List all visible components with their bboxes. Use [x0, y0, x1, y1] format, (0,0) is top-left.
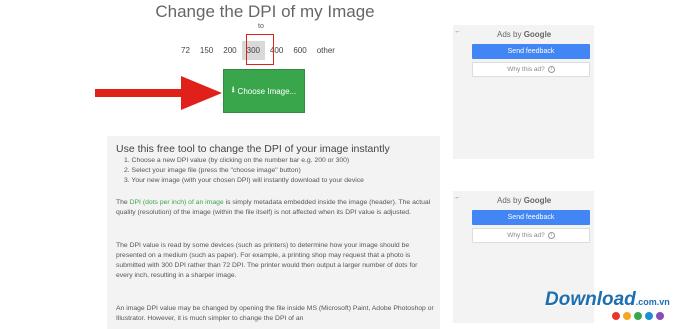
ads-by-google-label: Ads by Google — [497, 30, 552, 39]
info-icon: i — [547, 66, 555, 73]
red-arrow-icon — [95, 76, 222, 110]
dpi-option-150[interactable]: 150 — [195, 41, 218, 60]
highlight-box — [246, 34, 274, 65]
ads-by-google-label: Ads by Google — [497, 196, 552, 205]
watermark-dot — [634, 312, 642, 320]
list-item: 1. Choose a new DPI value (by clicking o… — [124, 157, 350, 164]
choose-image-button[interactable]: ⭳ Choose Image... — [223, 69, 305, 113]
why-this-ad-label: Why this ad? — [507, 232, 545, 239]
dpi-change-paragraph: An image DPI value may be changed by ope… — [116, 305, 434, 322]
why-this-ad-button[interactable]: Why this ad? i — [472, 62, 590, 77]
dpi-link[interactable]: DPI (dots per inch) of an image — [130, 199, 224, 206]
dpi-option-72[interactable]: 72 — [176, 41, 195, 60]
watermark-dot — [645, 312, 653, 320]
content-heading: Use this free tool to change the DPI of … — [116, 143, 390, 155]
dpi-option-200[interactable]: 200 — [218, 41, 241, 60]
download-watermark-logo: Download.com.vn — [545, 289, 670, 310]
list-item: 3. Your new image (with your chosen DPI)… — [124, 177, 364, 184]
dpi-explanation: The DPI (dots per inch) of an image is s… — [116, 199, 431, 216]
watermark-dot — [623, 312, 631, 320]
list-item: 2. Select your image file (press the "ch… — [124, 167, 301, 174]
content-panel: Use this free tool to change the DPI of … — [107, 136, 440, 329]
steps-list: 1. Choose a new DPI value (by clicking o… — [124, 156, 364, 186]
why-this-ad-label: Why this ad? — [507, 66, 545, 73]
info-icon: i — [547, 232, 555, 239]
upload-icon: ⭳ — [231, 85, 235, 94]
dpi-usage-paragraph: The DPI value is read by some devices (s… — [116, 242, 418, 279]
watermark-dot — [656, 312, 664, 320]
why-this-ad-button[interactable]: Why this ad? i — [472, 228, 590, 243]
page-title: Change the DPI of my Image — [155, 2, 375, 21]
dpi-option-600[interactable]: 600 — [288, 41, 311, 60]
send-feedback-button[interactable]: Send feedback — [472, 44, 590, 59]
ad-panel-top: ← Ads by Google Send feedback Why this a… — [453, 25, 594, 159]
back-arrow-icon[interactable]: ← — [454, 28, 461, 35]
choose-image-label: Choose Image... — [237, 86, 297, 96]
dpi-option-other[interactable]: other — [312, 41, 340, 60]
watermark-dots — [612, 312, 664, 320]
back-arrow-icon[interactable]: ← — [454, 194, 461, 201]
send-feedback-button[interactable]: Send feedback — [472, 210, 590, 225]
to-label: to — [258, 23, 264, 30]
watermark-dot — [612, 312, 620, 320]
